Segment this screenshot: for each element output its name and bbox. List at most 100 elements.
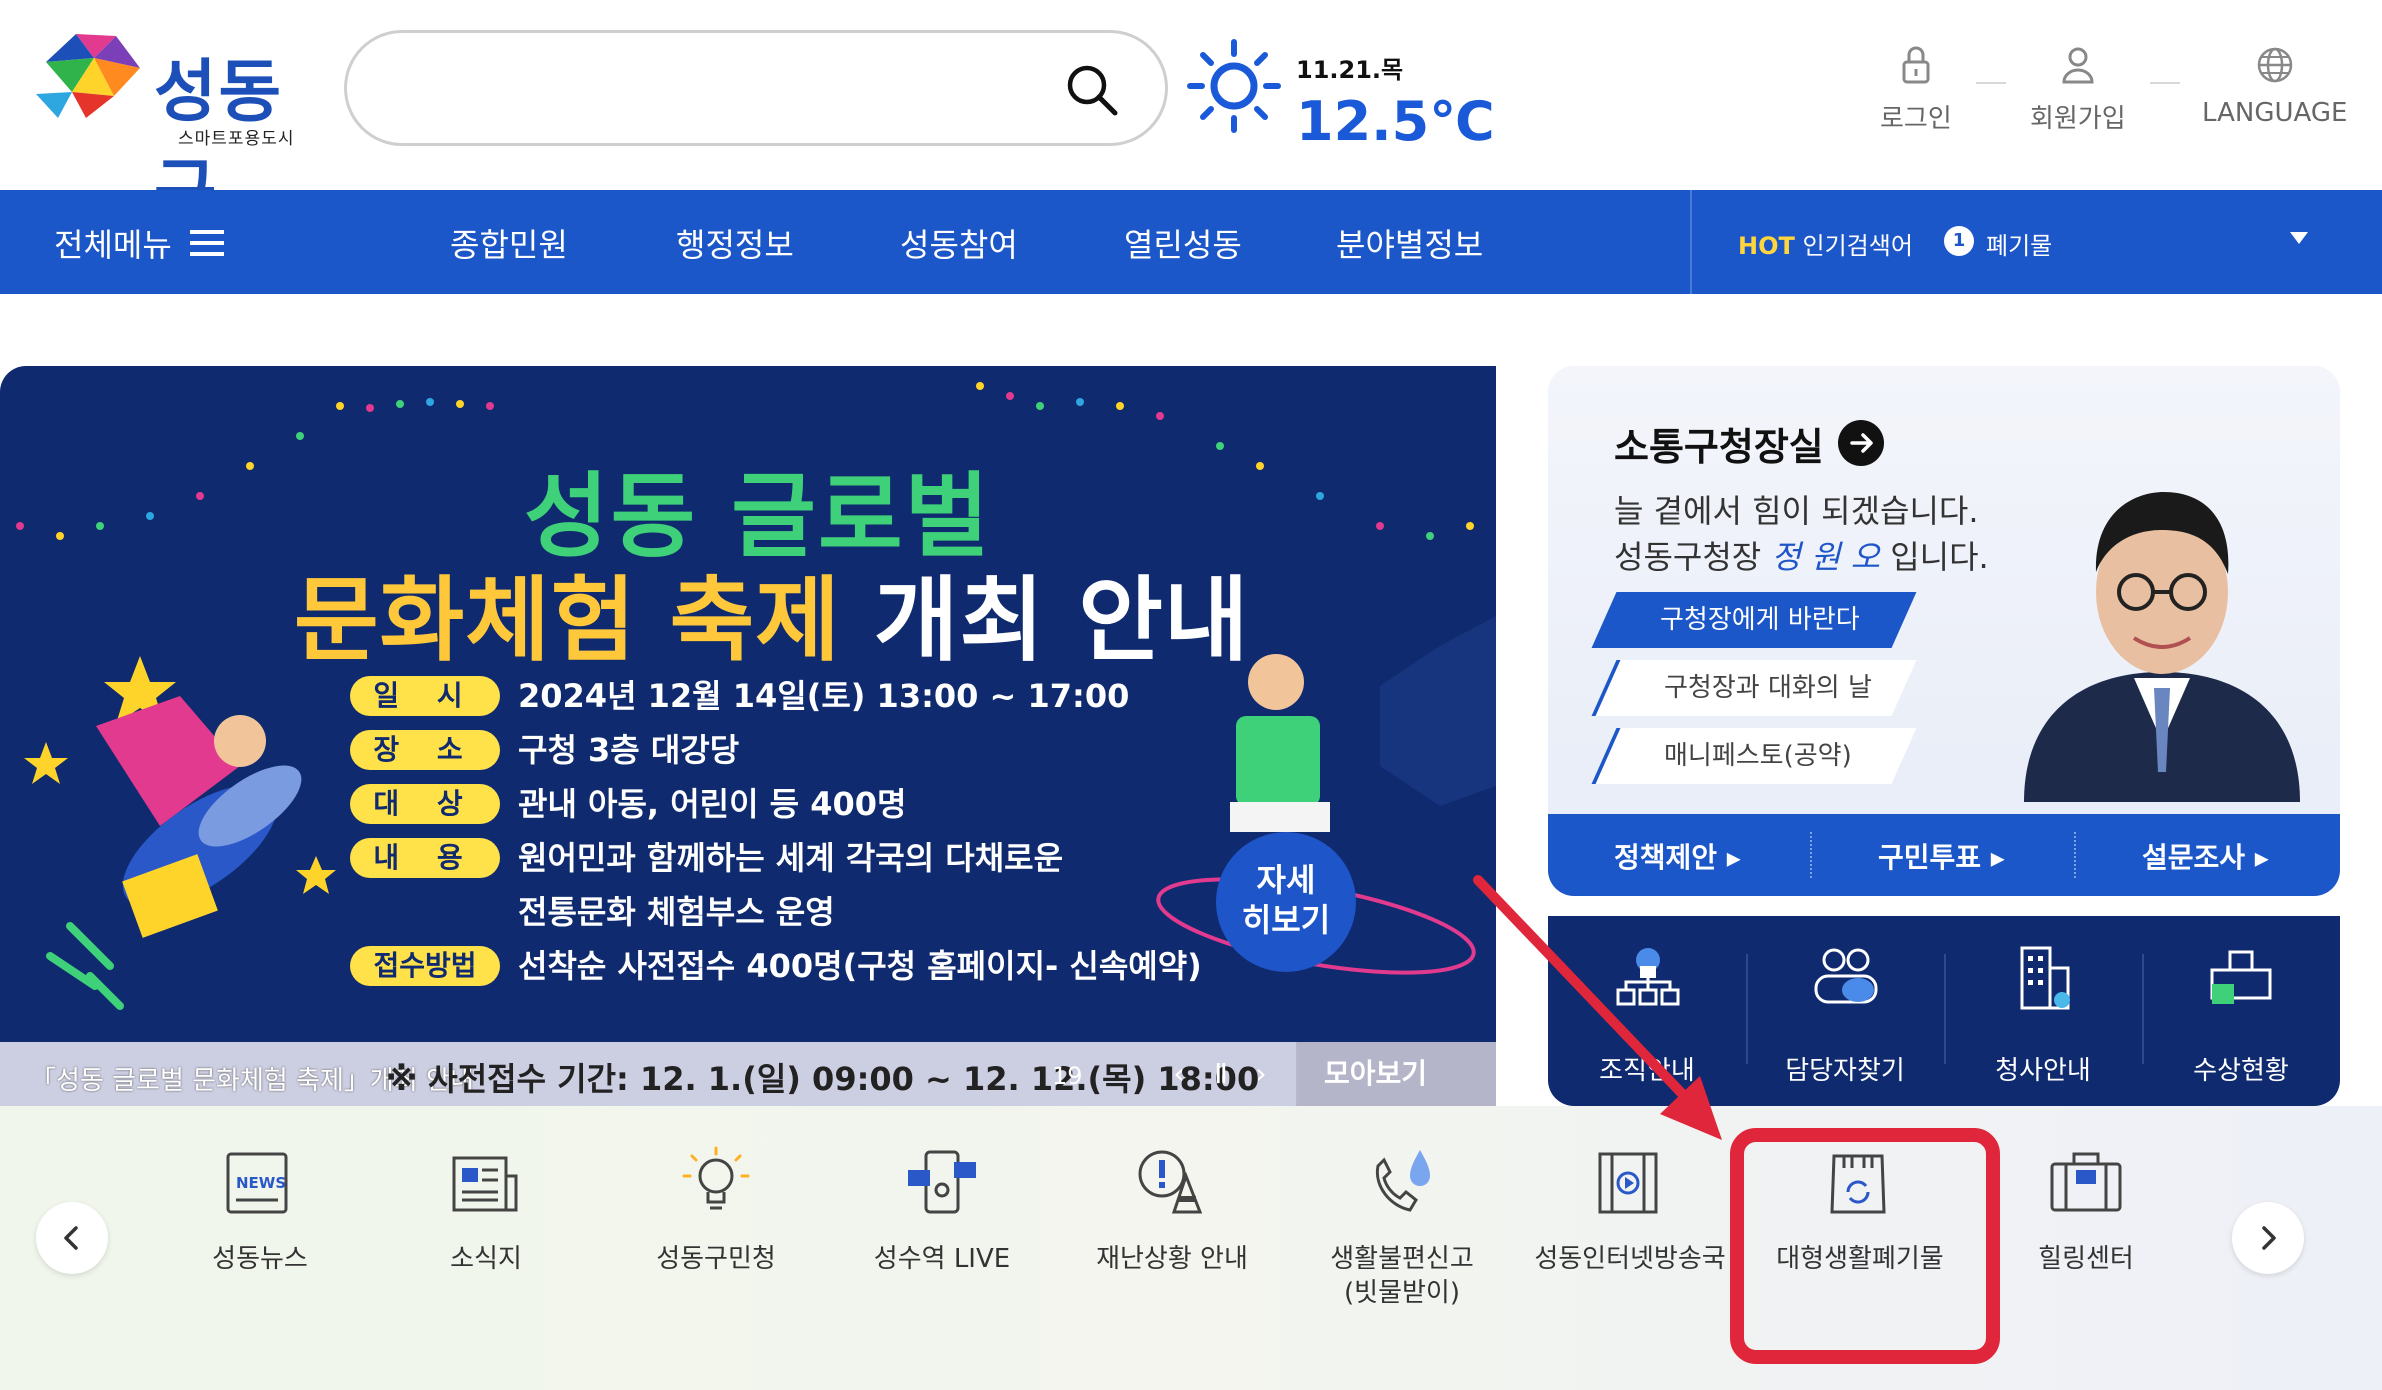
sun-icon [1187, 39, 1281, 133]
person-icon [2062, 47, 2094, 84]
service-broadcast[interactable]: 성동인터넷방송국 [1520, 1146, 1740, 1346]
mayor-request-link[interactable]: 구청장에게 바란다 [1591, 592, 1917, 648]
logo[interactable]: 성동구 스마트포용도시 [36, 32, 316, 231]
service-newsletter[interactable]: 소식지 [376, 1146, 596, 1346]
logo-mark-icon [36, 34, 140, 118]
hot-badge: HOT [1738, 232, 1795, 260]
nav-item-fields[interactable]: 분야별정보 [1336, 220, 1483, 266]
service-news-label: 성동뉴스 [212, 1244, 308, 1274]
quick-building[interactable]: 청사안내 [1944, 916, 2142, 1106]
quick-awards-label: 수상현황 [2193, 1056, 2289, 1086]
policy-proposal-link[interactable]: 정책제안 ▸ [1614, 836, 1741, 876]
search-button[interactable] [1065, 63, 1121, 119]
banner-detail-button[interactable]: 자세 히보기 [1216, 832, 1356, 972]
service-newsletter-label: 소식지 [450, 1244, 522, 1274]
banner-overlay-text: ※ 사전접수 기간: 12. 1.(일) 09:00 ~ 12. 12.(목) … [386, 1060, 1260, 1098]
page: 성동구 스마트포용도시 11.21.목 12.5℃ [0, 0, 2382, 1390]
quick-org-chart-label: 조직안내 [1599, 1056, 1695, 1086]
service-healing-center[interactable]: 힐링센터 [1976, 1146, 2196, 1346]
header: 성동구 스마트포용도시 11.21.목 12.5℃ [0, 0, 2382, 231]
banner-info-text: 2024년 12월 14일(토) 13:00 ~ 17:00 [518, 677, 1130, 715]
chevron-left-icon[interactable]: ‹ [1164, 1058, 1194, 1090]
banner-control-bar: 「성동 글로벌 문화체험 축제」개최 안내 ※ 사전접수 기간: 12. 1.(… [0, 1042, 1496, 1106]
bottom-divider [1810, 832, 1812, 878]
mayor-greeting-post: 입니다. [1880, 538, 1989, 576]
service-seongsu-live-label: 성수역 LIVE [873, 1244, 1011, 1274]
language-link[interactable]: LANGUAGE [2202, 44, 2347, 128]
all-menu-button[interactable]: 전체메뉴 [54, 220, 224, 266]
service-disaster[interactable]: 재난상황 안내 [1062, 1146, 1282, 1346]
award-icon [2210, 950, 2272, 1004]
chevron-right-icon[interactable]: › [1246, 1058, 1276, 1090]
service-seongsu-live[interactable]: 성수역 LIVE [832, 1146, 1052, 1346]
mayor-card: 소통구청장실 늘 곁에서 힘이 되겠습니다. 성동구청장 정 원 오 입니다. … [1548, 366, 2340, 896]
nav-item-civil[interactable]: 종합민원 [450, 220, 568, 266]
newsletter-icon [452, 1156, 518, 1212]
banner-info-text: 원어민과 함께하는 세계 각국의 다채로운 [518, 839, 1064, 877]
resident-vote-link[interactable]: 구민투표 ▸ [1878, 836, 2005, 876]
arrow-right-icon[interactable] [1838, 420, 1884, 466]
services-prev-button[interactable] [36, 1202, 108, 1274]
pause-icon[interactable]: Ⅱ [1206, 1058, 1236, 1090]
lock-icon [1902, 46, 1930, 84]
banner-info-label: 장 소 [350, 730, 500, 770]
login-link[interactable]: 로그인 [1880, 44, 1952, 135]
view-all-button[interactable]: 모아보기 [1296, 1042, 1496, 1106]
org-chart-icon [1616, 948, 1680, 1006]
nav-item-open[interactable]: 열린성동 [1124, 220, 1242, 266]
svg-text:NEWS: NEWS [236, 1174, 286, 1192]
chevron-left-icon [64, 1226, 78, 1250]
signup-link[interactable]: 회원가입 [2030, 44, 2126, 135]
lightbulb-icon [682, 1146, 750, 1210]
service-complaint[interactable]: 생활불편신고 (빗물받이) [1292, 1146, 1512, 1346]
banner-info-label: 접수방법 [350, 946, 500, 986]
banner-title-2-white: 개최 안내 [840, 567, 1250, 674]
briefcase-icon [2050, 1152, 2122, 1212]
hot-search-term[interactable]: 폐기물 [1986, 226, 2052, 261]
mayor-greeting-pre: 성동구청장 [1614, 538, 1772, 576]
quick-building-label: 청사안내 [1995, 1056, 2091, 1086]
mayor-manifesto-link[interactable]: 매니페스토(공약) [1591, 728, 1917, 784]
service-news[interactable]: NEWS 성동뉴스 [150, 1146, 370, 1346]
news-icon: NEWS [226, 1152, 288, 1214]
hamburger-icon [189, 230, 224, 256]
quick-awards[interactable]: 수상현황 [2142, 916, 2340, 1106]
service-healing-center-label: 힐링센터 [2038, 1244, 2134, 1274]
signup-label: 회원가입 [2030, 104, 2126, 134]
people-search-icon [1814, 948, 1878, 1004]
nav-divider [1690, 190, 1692, 294]
search-icon [1067, 65, 1118, 116]
util-divider [1976, 82, 2006, 84]
mayor-card-title[interactable]: 소통구청장실 [1614, 416, 1824, 471]
live-camera-icon [908, 1150, 976, 1214]
warning-cone-icon [1138, 1150, 1203, 1214]
rocket-kid-illustration [46, 696, 302, 1010]
mayor-greeting-2: 성동구청장 정 원 오 입니다. [1614, 532, 1989, 578]
service-citizen-hall-label: 성동구민청 [656, 1244, 776, 1274]
service-citizen-hall[interactable]: 성동구민청 [606, 1146, 826, 1346]
mayor-request-label: 구청장에게 바란다 [1660, 605, 1860, 635]
services-next-button[interactable] [2232, 1202, 2304, 1274]
quick-org-chart[interactable]: 조직안내 [1548, 916, 1746, 1106]
language-label: LANGUAGE [2202, 98, 2348, 128]
survey-link[interactable]: 설문조사 ▸ [2142, 836, 2269, 876]
nav-item-admin[interactable]: 행정정보 [676, 220, 794, 266]
phone-drop-icon [1375, 1150, 1430, 1212]
mayor-portrait [2024, 492, 2300, 802]
quick-staff-search[interactable]: 담당자찾기 [1746, 916, 1944, 1106]
quick-staff-search-label: 담당자찾기 [1785, 1056, 1905, 1086]
banner-info-label: 일 시 [350, 676, 500, 716]
hot-rank-badge: 1 [1944, 226, 1974, 256]
caret-down-icon[interactable] [2290, 232, 2308, 244]
banner-info-text: 전통문화 체험부스 운영 [518, 893, 835, 931]
hexagon-pattern [1380, 616, 1496, 806]
hot-search-label: HOT 인기검색어 [1738, 226, 1913, 261]
policy-proposal-label: 정책제안 [1614, 841, 1718, 874]
banner-info-text: 관내 아동, 어린이 등 400명 [518, 785, 907, 823]
nav-item-participation[interactable]: 성동참여 [900, 220, 1018, 266]
search-input[interactable] [387, 61, 1047, 117]
quick-links: 조직안내 담당자찾기 청사안내 수상현황 [1548, 916, 2340, 1106]
main-banner[interactable]: 성동 글로벌 문화체험 축제 개최 안내 일 시 2024년 12월 14일(토… [0, 366, 1496, 1106]
banner-info-text: 선착순 사전접수 400명(구청 홈페이지- 신속예약) [518, 947, 1202, 985]
mayor-dialogue-link[interactable]: 구청장과 대화의 날 [1591, 660, 1917, 716]
